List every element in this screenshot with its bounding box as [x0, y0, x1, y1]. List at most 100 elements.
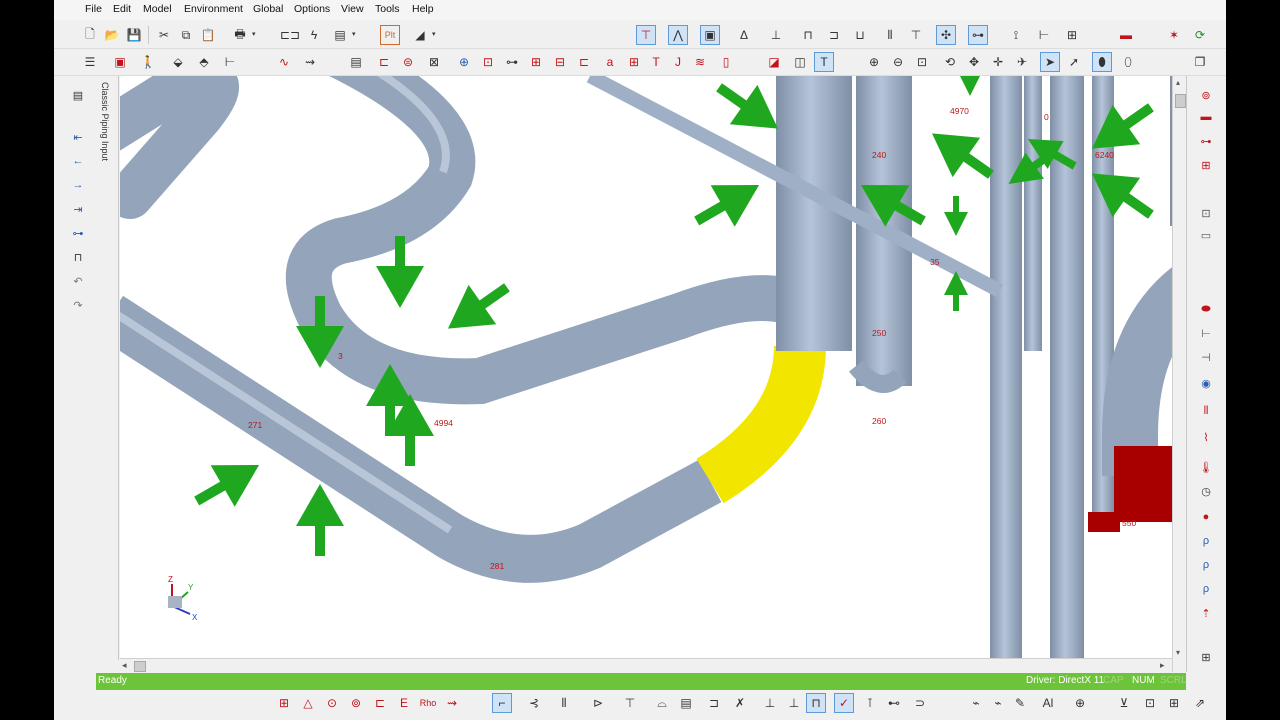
offset-insert-icon[interactable]: ⊃	[910, 693, 930, 713]
valve-icon[interactable]: ⊢	[1034, 25, 1054, 45]
sif-icon[interactable]: ⊜	[398, 52, 418, 72]
allowable-icon[interactable]: a	[600, 52, 620, 72]
bend-element-icon[interactable]: ⊞	[274, 693, 294, 713]
stop-insert-icon[interactable]: ⊥	[784, 693, 804, 713]
layers-icon[interactable]: ❐	[1190, 52, 1210, 72]
globe-icon[interactable]: ⊕	[454, 52, 474, 72]
find-element-icon[interactable]: ⊶	[68, 224, 88, 242]
elbow-insert-icon[interactable]: ⌐	[492, 693, 512, 713]
annotate-icon[interactable]: ✎	[1010, 693, 1030, 713]
flange-icon[interactable]: ⊔	[850, 25, 870, 45]
bend-icon[interactable]: ⊏	[374, 52, 394, 72]
lumped-icon[interactable]: ⊏	[574, 52, 594, 72]
cii-icon[interactable]: ▬	[1116, 25, 1136, 45]
restraint-icon[interactable]: ⊤	[636, 25, 656, 45]
sif-element-icon[interactable]: ⊙	[322, 693, 342, 713]
pressure-icon[interactable]: ⊞	[526, 52, 546, 72]
temperature-icon[interactable]: 🌡	[1195, 458, 1217, 476]
zoom-in-icon[interactable]: ⊕	[864, 52, 884, 72]
previous-element-icon[interactable]: ←	[68, 152, 88, 170]
view-tool-dropdown-icon[interactable]: ▾	[432, 30, 436, 38]
walk-through-icon[interactable]: 🚶	[138, 52, 158, 72]
reset-icon[interactable]: ✶	[1164, 25, 1184, 45]
pan-icon[interactable]: ✛	[988, 52, 1008, 72]
elbow-red-icon[interactable]: J	[668, 52, 688, 72]
orbit-icon[interactable]: ✥	[964, 52, 984, 72]
shock-icon[interactable]: ⇝	[300, 52, 320, 72]
print-icon[interactable]: 🖶	[230, 25, 250, 45]
analysis-icon[interactable]: ϟ	[304, 25, 324, 45]
last-element-icon[interactable]: ⇥	[68, 200, 88, 218]
scroll-thumb[interactable]	[134, 661, 146, 672]
hanger-icon[interactable]: ⊐	[824, 25, 844, 45]
open-file-icon[interactable]: 📂	[102, 25, 122, 45]
restraint-display-icon[interactable]: ⋀	[668, 25, 688, 45]
red-tool-icon[interactable]: ▬	[1195, 108, 1217, 126]
displacement-icon[interactable]: ⊥	[766, 25, 786, 45]
restraint-arrow[interactable]	[958, 76, 982, 96]
menu-file[interactable]: File	[85, 3, 102, 15]
spectrum-icon[interactable]: ∿	[274, 52, 294, 72]
pipe-icon[interactable]: ⬬	[1195, 300, 1217, 318]
sheet-icon[interactable]: ▤	[346, 52, 366, 72]
snubber-insert-icon[interactable]: ✓	[834, 693, 854, 713]
anchor-insert-icon[interactable]: ✗	[730, 693, 750, 713]
axes-icon[interactable]: ⊢	[220, 52, 240, 72]
rigid-icon[interactable]: ⊠	[424, 52, 444, 72]
snap-icon[interactable]: ⊚	[1195, 86, 1217, 104]
rho-icon[interactable]: Rho	[418, 693, 438, 713]
weld-icon[interactable]: ⌁	[966, 693, 986, 713]
support-icon[interactable]: ⊓	[798, 25, 818, 45]
pipe-segment[interactable]	[1102, 266, 1172, 476]
piping-model[interactable]: 4970 240 6240 250 260 271 4994 281 3 35 …	[120, 76, 1172, 658]
toolbox-icon[interactable]: ⊡	[1195, 204, 1217, 222]
guide-insert-icon[interactable]: ⊥	[760, 693, 780, 713]
spring-icon[interactable]: ⌇	[1195, 428, 1217, 446]
length-icon[interactable]: ⟟	[1006, 25, 1026, 45]
menu-help[interactable]: Help	[412, 3, 434, 15]
hanger-design-icon[interactable]: ⊏⊐	[280, 25, 300, 45]
cut-plane-icon[interactable]: ◪	[764, 52, 784, 72]
render-icon[interactable]: ⬮	[1092, 52, 1112, 72]
pipe-segment[interactable]	[1024, 76, 1042, 351]
restraint-arrow[interactable]	[296, 484, 344, 556]
first-element-icon[interactable]: ⇤	[68, 128, 88, 146]
material-icon[interactable]: ⊞	[624, 52, 644, 72]
flange-check-icon[interactable]: ⊟	[550, 52, 570, 72]
pressure-gauge-icon[interactable]: ◷	[1195, 482, 1217, 500]
plane-icon[interactable]: ⊡	[1140, 693, 1160, 713]
tee-insert-icon[interactable]: ⊤	[620, 693, 640, 713]
find-icon[interactable]: ⊞	[1062, 25, 1082, 45]
list-icon[interactable]: ☰	[80, 52, 100, 72]
volume-plot-icon[interactable]: ⬙	[168, 52, 188, 72]
menu-global[interactable]: Global	[253, 3, 283, 15]
report-icon[interactable]: ▣	[110, 52, 130, 72]
display-icon[interactable]: ▣	[700, 25, 720, 45]
hanger-block[interactable]	[1114, 446, 1172, 522]
box-icon[interactable]: ⊞	[1164, 693, 1184, 713]
pipe-segment[interactable]	[990, 76, 1022, 658]
select-icon[interactable]: ➤	[1040, 52, 1060, 72]
rigid-element-icon[interactable]: ⊢	[1195, 324, 1217, 342]
restraint-arrow[interactable]	[1078, 88, 1165, 169]
vertical-scrollbar[interactable]: ▴ ▾	[1172, 76, 1187, 672]
scroll-right-icon[interactable]: ▸	[1160, 660, 1165, 671]
view-tool-icon[interactable]: ◢	[410, 25, 430, 45]
restraint-arrow[interactable]	[185, 444, 271, 522]
camera-icon[interactable]: ◉	[1195, 374, 1217, 392]
restraint-arrow[interactable]	[944, 196, 968, 236]
horizontal-scrollbar[interactable]: ◂ ▸	[120, 658, 1172, 673]
batch-run-icon[interactable]: ▤	[330, 25, 350, 45]
hanger-insert-icon[interactable]: ⊓	[806, 693, 826, 713]
menu-environment[interactable]: Environment	[184, 3, 243, 15]
display-options-icon[interactable]: ▭	[1195, 226, 1217, 244]
copy-icon[interactable]: ⧉	[176, 25, 196, 45]
model-viewport[interactable]: 4970 240 6240 250 260 271 4994 281 3 35 …	[120, 76, 1172, 658]
scroll-left-icon[interactable]: ◂	[122, 660, 127, 671]
wind-icon[interactable]: ≋	[690, 52, 710, 72]
support-insert-icon[interactable]: ⌓	[652, 693, 672, 713]
menu-view[interactable]: View	[341, 3, 364, 15]
increment-icon[interactable]: ⊞	[1195, 156, 1217, 174]
select-group-icon[interactable]: ➚	[1064, 52, 1084, 72]
zoom-out-icon[interactable]: ⊖	[888, 52, 908, 72]
